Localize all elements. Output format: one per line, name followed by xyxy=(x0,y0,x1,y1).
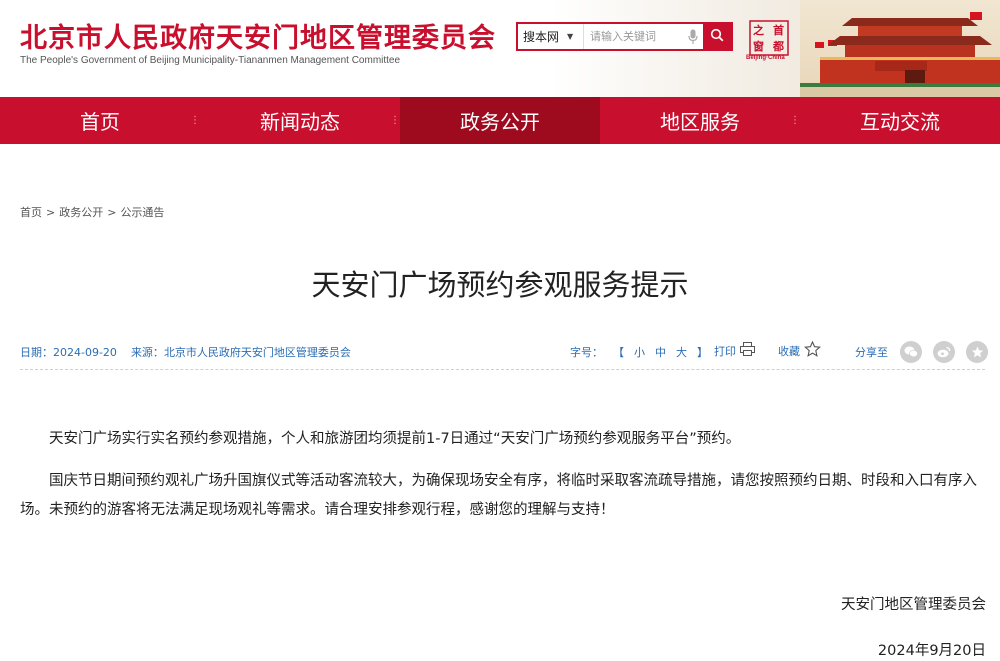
favorite-label: 收藏 xyxy=(778,344,800,358)
breadcrumb-separator: > xyxy=(46,205,56,219)
logo-caption: Beijing·China xyxy=(746,55,785,61)
breadcrumb-government-affairs[interactable]: 政务公开 xyxy=(59,204,103,220)
site-header: 北京市人民政府天安门地区管理委员会 The People's Governmen… xyxy=(0,0,1000,97)
svg-text:窗: 窗 xyxy=(753,39,764,53)
source-value: 北京市人民政府天安门地区管理委员会 xyxy=(163,346,351,359)
article-paragraph: 天安门广场实行实名预约参观措施，个人和旅游团均须提前1-7日通过“天安门广场预约… xyxy=(49,431,741,447)
share-label: 分享至 xyxy=(855,346,888,359)
svg-text:首: 首 xyxy=(773,23,784,37)
search-box: 搜本网 ▼ xyxy=(516,22,733,51)
nav-separator: ⋮ xyxy=(390,115,400,126)
signature-organization: 天安门地区管理委员会 xyxy=(841,597,986,613)
article-meta-info: 日期：2024-09-20 来源：北京市人民政府天安门地区管理委员会 xyxy=(20,344,351,360)
nav-item-label: 新闻动态 xyxy=(260,110,340,134)
article-paragraph: 国庆节日期间预约观礼广场升国旗仪式等活动客流较大，为确保现场安全有序，将临时采取… xyxy=(20,473,977,518)
nav-item-home[interactable]: 首页 ⋮ xyxy=(0,97,200,144)
article-title: 天安门广场预约参观服务提示 xyxy=(311,268,689,302)
microphone-icon[interactable] xyxy=(686,27,700,47)
star-outline-icon xyxy=(803,340,822,360)
article-body: 天安门广场实行实名预约参观措施，个人和旅游团均须提前1-7日通过“天安门广场预约… xyxy=(20,425,988,538)
svg-text:都: 都 xyxy=(772,39,784,53)
printer-icon xyxy=(740,342,755,359)
article-source: 来源：北京市人民政府天安门地区管理委员会 xyxy=(131,344,351,360)
search-input[interactable] xyxy=(584,24,684,49)
breadcrumb-notices[interactable]: 公示通告 xyxy=(120,204,164,220)
search-button[interactable] xyxy=(703,24,731,49)
font-size-control: 字号： 【 小 中 大 】 xyxy=(570,344,708,360)
font-size-bracket-open: 【 xyxy=(613,346,624,359)
nav-item-label: 互动交流 xyxy=(860,110,940,134)
nav-separator: ⋮ xyxy=(190,115,200,126)
nav-item-news[interactable]: 新闻动态 ⋮ xyxy=(200,97,400,144)
source-label: 来源： xyxy=(130,346,164,359)
tiananmen-gate-illustration xyxy=(800,0,1000,97)
date-value: 2024-09-20 xyxy=(53,346,117,359)
date-label: 日期： xyxy=(20,346,53,359)
signature-date: 2024年9月20日 xyxy=(877,643,986,659)
share-icons xyxy=(900,341,988,363)
nav-separator: ⋮ xyxy=(790,115,800,126)
font-size-small[interactable]: 小 xyxy=(634,344,645,360)
nav-item-interaction[interactable]: 互动交流 xyxy=(800,97,1000,144)
print-button[interactable]: 打印 xyxy=(714,342,755,359)
wechat-icon[interactable] xyxy=(900,341,922,363)
site-subtitle: The People's Government of Beijing Munic… xyxy=(20,55,401,66)
breadcrumb-home[interactable]: 首页 xyxy=(20,204,42,220)
nav-item-district-services[interactable]: 地区服务 ⋮ xyxy=(600,97,800,144)
chevron-down-icon: ▼ xyxy=(567,32,574,41)
font-size-medium[interactable]: 中 xyxy=(655,344,666,360)
site-title[interactable]: 北京市人民政府天安门地区管理委员会 xyxy=(20,16,496,55)
font-size-label: 字号： xyxy=(570,346,603,359)
search-scope-select[interactable]: 搜本网 ▼ xyxy=(518,24,584,49)
breadcrumb-separator: > xyxy=(107,205,117,219)
main-nav: 首页 ⋮ 新闻动态 ⋮ 政务公开 地区服务 ⋮ 互动交流 xyxy=(0,97,1000,144)
search-scope-label: 搜本网 xyxy=(523,30,560,44)
weibo-icon[interactable] xyxy=(933,341,955,363)
star-icon[interactable] xyxy=(966,341,988,363)
publish-date: 日期：2024-09-20 xyxy=(20,344,117,360)
search-icon xyxy=(710,27,724,46)
nav-item-label: 地区服务 xyxy=(660,110,740,134)
font-size-large[interactable]: 大 xyxy=(676,344,687,360)
nav-item-government-affairs[interactable]: 政务公开 xyxy=(400,97,600,144)
favorite-button[interactable]: 收藏 xyxy=(778,340,822,360)
font-size-bracket-close: 】 xyxy=(697,346,708,359)
nav-item-label: 首页 xyxy=(80,110,120,134)
breadcrumb: 首页 > 政务公开 > 公示通告 xyxy=(20,204,164,220)
nav-item-label: 政务公开 xyxy=(460,110,540,134)
print-label: 打印 xyxy=(714,344,736,358)
svg-text:之: 之 xyxy=(753,23,764,37)
article-meta-bar: 日期：2024-09-20 来源：北京市人民政府天安门地区管理委员会 字号： 【… xyxy=(20,340,988,370)
